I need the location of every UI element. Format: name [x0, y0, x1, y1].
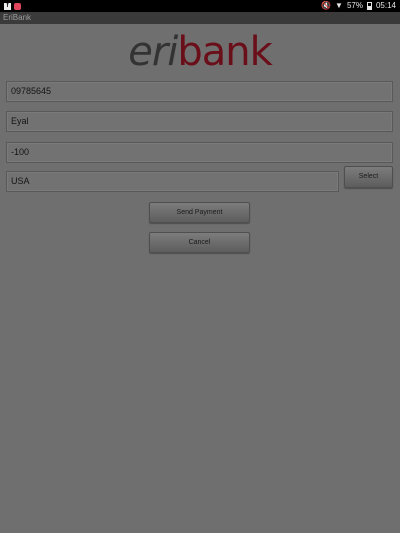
mute-icon: 🔇	[321, 1, 332, 10]
eribank-logo: eribank	[0, 28, 400, 76]
battery-percent: 57%	[346, 1, 363, 10]
battery-icon	[366, 2, 372, 10]
status-system: 🔇 ▼ 57% 05:14	[321, 0, 396, 12]
country-field[interactable]: USA	[6, 171, 339, 192]
logo-part-bank: bank	[177, 29, 272, 75]
logo-part-eri: eri	[128, 29, 178, 75]
status-notifications: f	[4, 0, 21, 12]
status-bar: f 🔇 ▼ 57% 05:14	[0, 0, 400, 12]
amount-field[interactable]: -100	[6, 142, 393, 163]
account-field[interactable]: 09785645	[6, 81, 393, 102]
select-button[interactable]: Select	[344, 166, 393, 188]
screen: f 🔇 ▼ 57% 05:14 EriBank eribank 09785645…	[0, 0, 400, 533]
app-title-bar: EriBank	[0, 12, 400, 24]
facebook-notification-icon: f	[4, 2, 11, 10]
cancel-button[interactable]: Cancel	[149, 232, 250, 253]
name-field[interactable]: Eyal	[6, 111, 393, 132]
clock: 05:14	[375, 1, 396, 10]
app-notification-icon	[14, 2, 21, 10]
send-payment-button[interactable]: Send Payment	[149, 202, 250, 223]
wifi-icon: ▼	[335, 1, 343, 10]
